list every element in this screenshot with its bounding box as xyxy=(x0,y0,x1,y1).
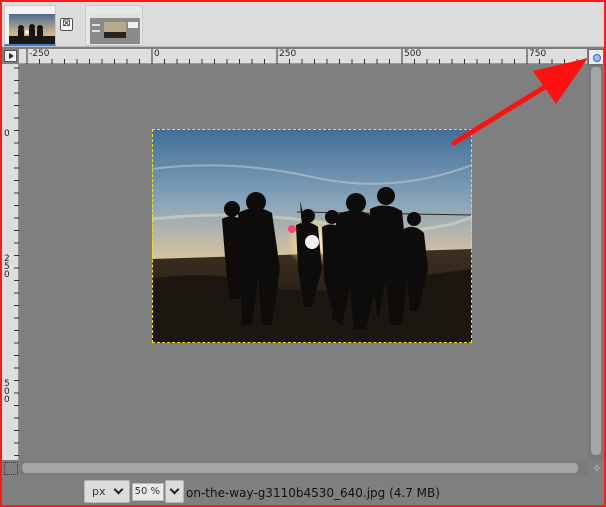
hruler-label: -250 xyxy=(29,49,50,59)
status-bar: px 50 % on-the-way-g3110b4530_640.jpg (4… xyxy=(2,477,604,505)
hruler-label: 500 xyxy=(404,49,422,59)
unit-value: px xyxy=(92,485,106,498)
vertical-scrollbar-thumb[interactable] xyxy=(591,67,601,455)
unit-selector[interactable]: px xyxy=(84,480,130,503)
navigate-icon[interactable] xyxy=(588,49,604,65)
screenshot-thumbnail xyxy=(90,14,140,44)
hruler-label: 750 xyxy=(529,49,547,59)
zoom-image-icon[interactable]: ✧ xyxy=(591,463,603,475)
horizontal-scrollbar[interactable] xyxy=(20,461,588,475)
close-icon[interactable]: ⊠ xyxy=(60,18,73,31)
horizontal-ruler[interactable]: -250 0 250 500 750 xyxy=(19,49,587,64)
chevron-down-icon xyxy=(113,484,124,495)
hruler-label: 250 xyxy=(279,49,297,59)
vruler-label: 0 xyxy=(4,129,10,139)
vruler-label: 5 0 0 xyxy=(4,379,10,405)
image-thumbnail xyxy=(9,14,55,44)
zoom-dropdown-button[interactable] xyxy=(165,480,184,503)
photo-silhouettes-icon xyxy=(152,129,472,343)
vertical-scrollbar[interactable] xyxy=(588,65,604,461)
image-canvas[interactable] xyxy=(20,65,587,460)
image-tab-active[interactable] xyxy=(4,5,56,46)
menu-toggle-button[interactable] xyxy=(4,50,17,62)
quick-mask-toggle-icon[interactable] xyxy=(4,462,18,475)
vruler-label: 2 5 0 xyxy=(4,254,10,280)
file-info-label: on-the-way-g3110b4530_640.jpg (4.7 MB) xyxy=(186,486,440,500)
zoom-level-field[interactable]: 50 % xyxy=(132,483,164,501)
chevron-down-icon xyxy=(169,484,180,495)
horizontal-scrollbar-thumb[interactable] xyxy=(22,463,578,473)
hruler-label: 0 xyxy=(154,49,160,59)
image-tab-2[interactable] xyxy=(85,5,143,46)
vertical-ruler[interactable]: 0 2 5 0 5 0 0 xyxy=(2,64,19,460)
image-window: ⊠ -250 0 250 500 750 0 2 5 0 5 0 0 ✧ px … xyxy=(0,0,606,507)
image-tab-strip: ⊠ xyxy=(2,2,604,47)
